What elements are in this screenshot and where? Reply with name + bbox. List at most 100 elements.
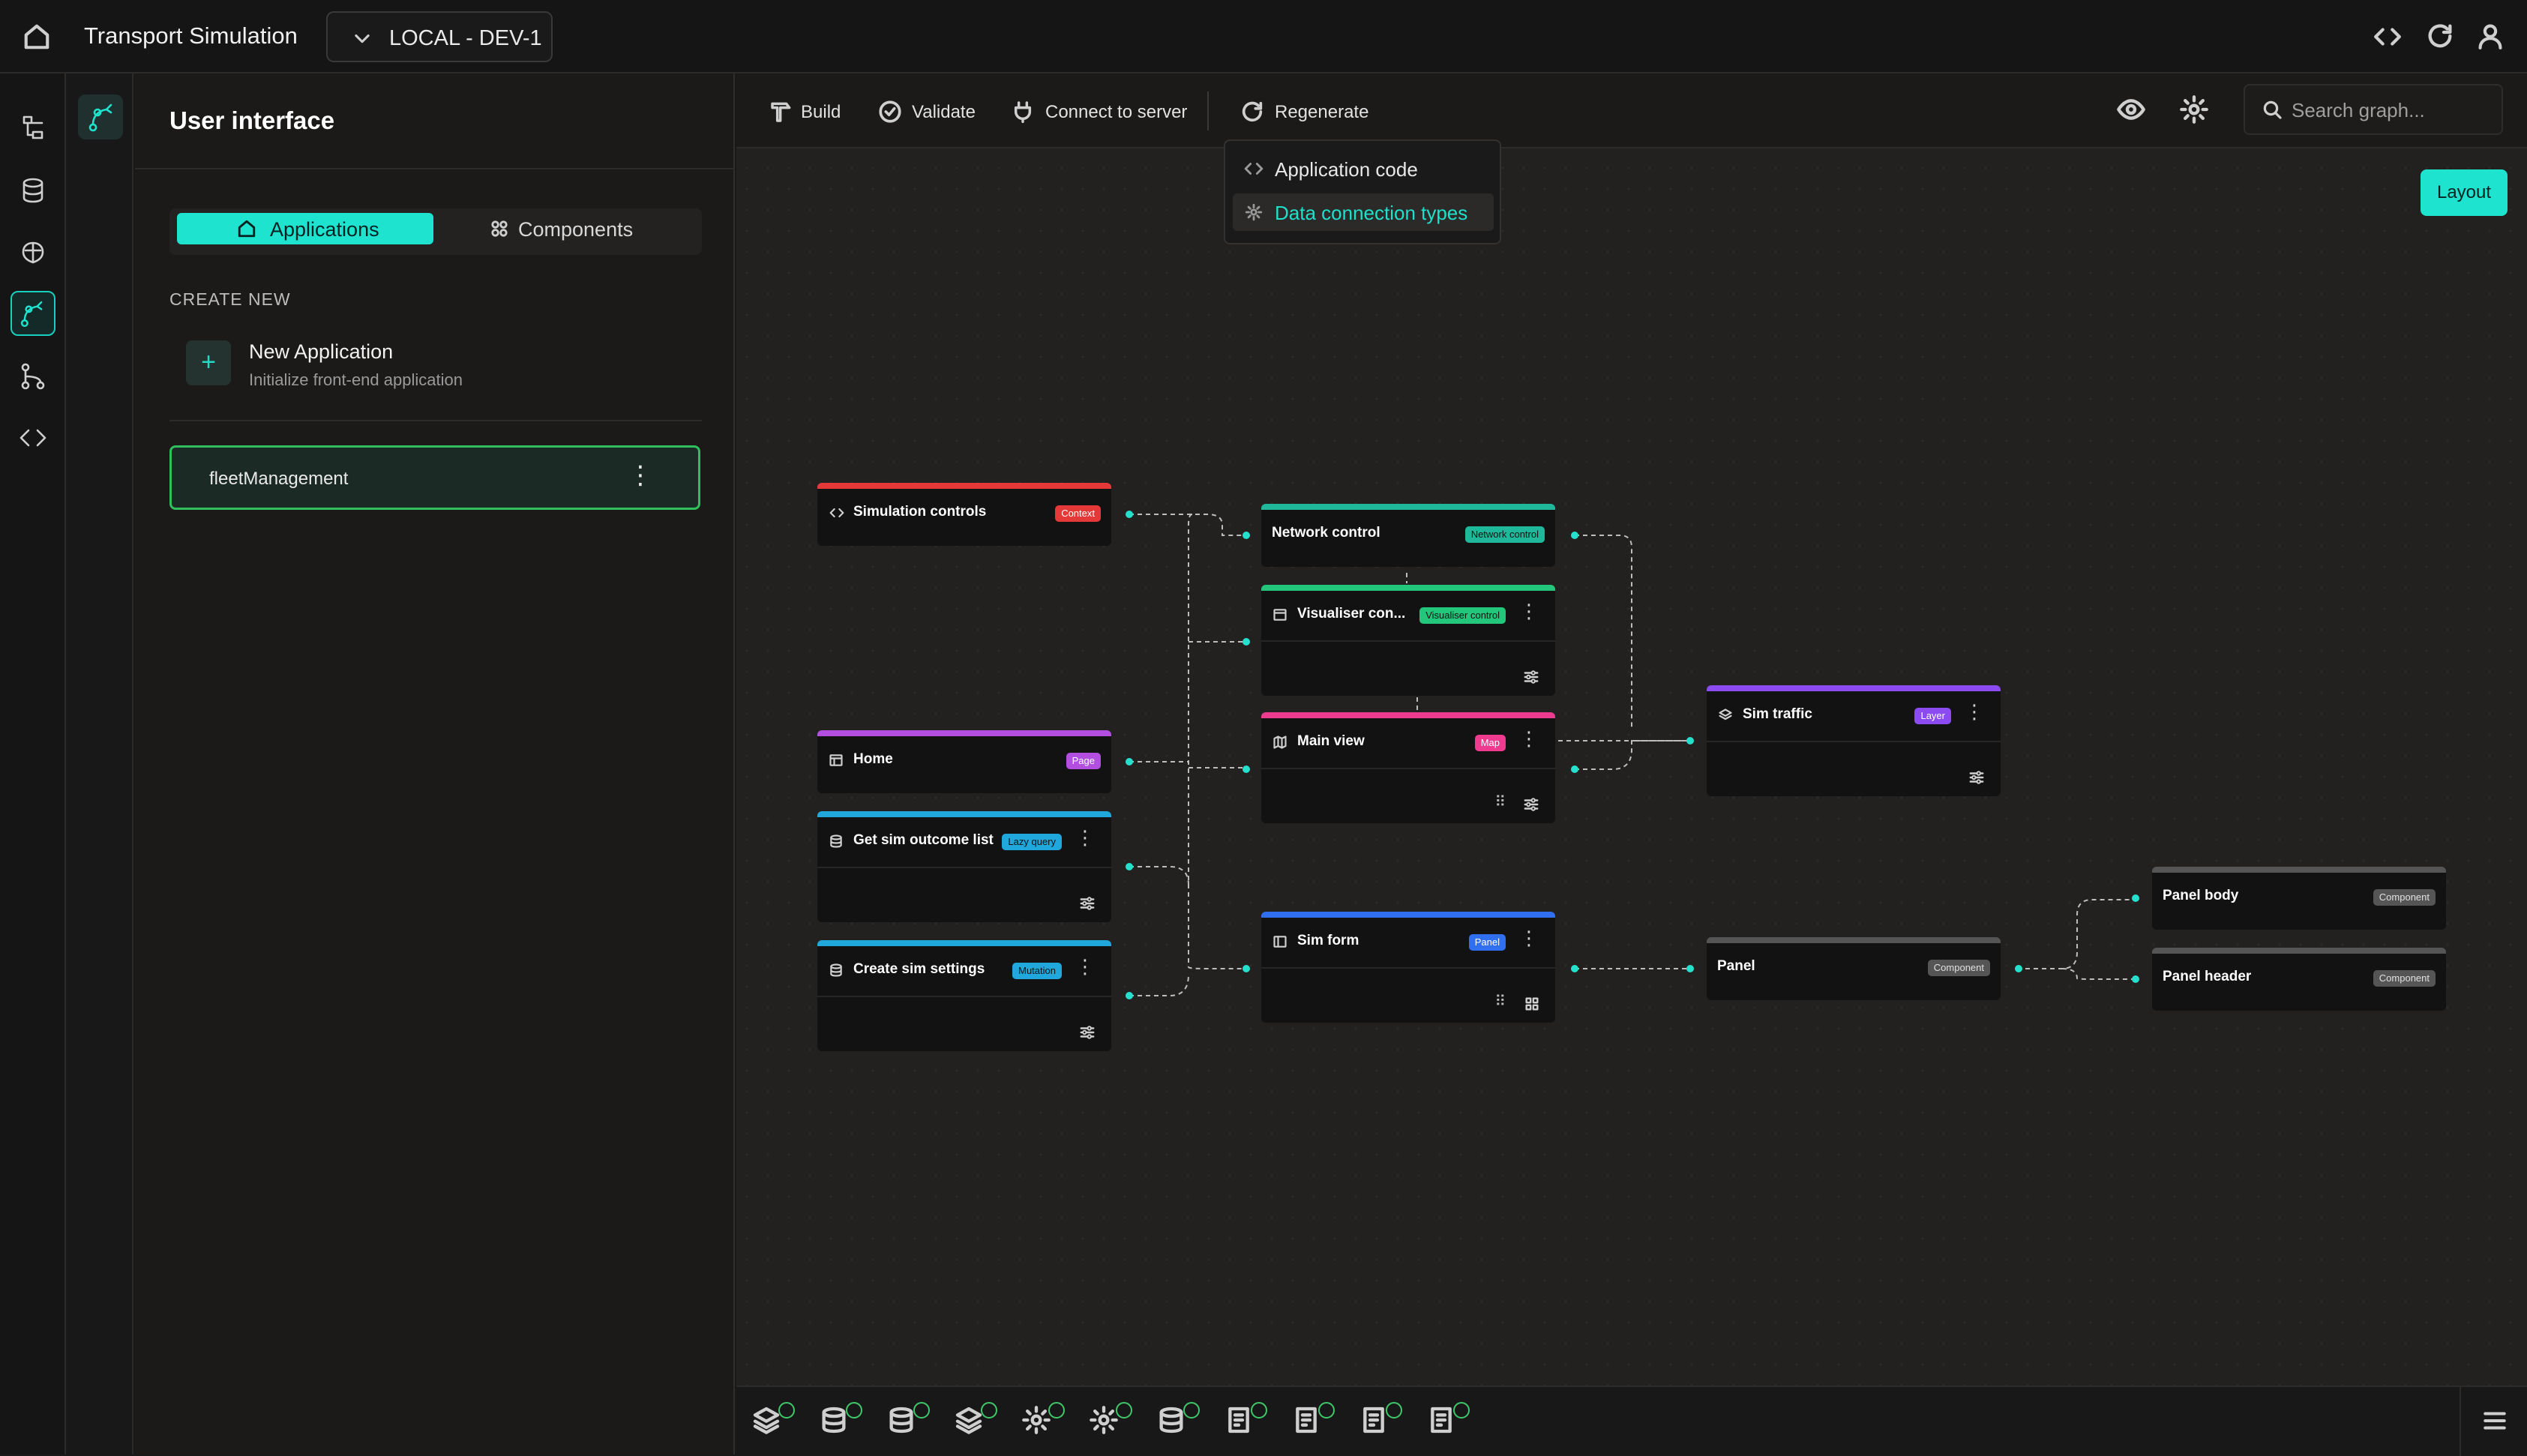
menu-button[interactable]: [2460, 1387, 2527, 1456]
layers-icon[interactable]: [751, 1402, 796, 1450]
output-port[interactable]: [1126, 511, 1133, 518]
output-port[interactable]: [1126, 992, 1133, 999]
gear-icon: [1243, 202, 1264, 222]
node-panel-header[interactable]: Panel header Component: [2152, 948, 2446, 1011]
node-badge: Component: [2373, 970, 2436, 987]
document-icon[interactable]: [1426, 1402, 1471, 1450]
primary-nav-rail: [0, 73, 66, 1455]
output-port[interactable]: [2015, 965, 2022, 972]
input-port[interactable]: [2132, 975, 2139, 983]
tab-applications[interactable]: Applications: [177, 213, 433, 244]
search-box[interactable]: [2244, 84, 2503, 135]
database-icon[interactable]: [1156, 1402, 1201, 1450]
input-port[interactable]: [1243, 638, 1250, 646]
build-button[interactable]: Build: [762, 94, 844, 127]
node-main-view[interactable]: Main view Map ⋮ ⠿: [1261, 712, 1555, 823]
node-sim-traffic[interactable]: Sim traffic Layer ⋮: [1707, 685, 2001, 796]
node-title: Panel body: [2163, 888, 2239, 903]
database-icon[interactable]: [10, 168, 55, 213]
node-body: ⠿: [1261, 768, 1555, 823]
code-icon[interactable]: [2373, 22, 2403, 51]
settings-sliders-icon[interactable]: [1968, 769, 1986, 786]
refresh-icon[interactable]: [2425, 21, 2455, 51]
output-port[interactable]: [1571, 532, 1578, 539]
interface-icon[interactable]: [10, 291, 55, 336]
output-port[interactable]: [1126, 863, 1133, 870]
input-port[interactable]: [1243, 765, 1250, 773]
tab-components[interactable]: Components: [451, 213, 691, 244]
eye-icon[interactable]: [2116, 94, 2146, 124]
menu-item-application-code[interactable]: Application code: [1233, 150, 1494, 187]
validate-button[interactable]: Validate: [873, 94, 978, 127]
search-input[interactable]: [2292, 97, 2494, 123]
gear-icon[interactable]: [2179, 94, 2209, 124]
node-home[interactable]: Home Page: [817, 730, 1111, 793]
button-label: Connect to server: [1045, 102, 1188, 122]
input-port[interactable]: [1686, 965, 1694, 972]
output-port[interactable]: [1126, 758, 1133, 765]
check-badge-icon: [846, 1402, 862, 1419]
kebab-menu-icon[interactable]: ⋮: [1075, 828, 1095, 847]
database-icon[interactable]: [819, 1402, 864, 1450]
interface-icon[interactable]: [78, 94, 123, 139]
menu-item-data-connection-types[interactable]: Data connection types: [1233, 193, 1494, 231]
node-create-sim-settings[interactable]: Create sim settings Mutation ⋮: [817, 940, 1111, 1051]
kebab-menu-icon[interactable]: ⋮: [628, 463, 653, 488]
brain-icon[interactable]: [10, 231, 55, 276]
branch-icon[interactable]: [10, 354, 55, 399]
node-panel-body[interactable]: Panel body Component: [2152, 867, 2446, 930]
settings-sliders-icon[interactable]: [1522, 669, 1540, 685]
home-icon[interactable]: [22, 22, 51, 51]
new-application-subtitle: Initialize front-end application: [249, 370, 463, 389]
node-network-control[interactable]: Network control Network control: [1261, 504, 1555, 567]
output-port[interactable]: [1571, 765, 1578, 773]
settings-sliders-icon[interactable]: [1078, 1024, 1096, 1041]
user-icon[interactable]: [2476, 21, 2505, 51]
graph-canvas[interactable]: [736, 73, 2527, 1386]
input-port[interactable]: [1243, 965, 1250, 972]
kebab-menu-icon[interactable]: ⋮: [1519, 928, 1539, 948]
connect-to-server-button[interactable]: Connect to server: [1006, 94, 1194, 127]
kebab-menu-icon[interactable]: ⋮: [1965, 702, 1984, 721]
divider: [135, 168, 733, 169]
drag-handle-icon[interactable]: ⠿: [1494, 792, 1506, 811]
output-port[interactable]: [1571, 965, 1578, 972]
layers-icon[interactable]: [954, 1402, 999, 1450]
node-sim-form[interactable]: Sim form Panel ⋮ ⠿: [1261, 912, 1555, 1023]
drag-handle-icon[interactable]: ⠿: [1494, 992, 1506, 1011]
application-item[interactable]: fleetManagement ⋮: [169, 445, 700, 510]
input-port[interactable]: [2132, 894, 2139, 902]
regenerate-button[interactable]: Regenerate: [1236, 94, 1378, 127]
gear-icon[interactable]: [1021, 1402, 1066, 1450]
check-badge-icon: [1116, 1402, 1132, 1419]
regenerate-menu: Application code Data connection types: [1224, 139, 1501, 244]
components-icon[interactable]: [1524, 996, 1540, 1012]
document-icon[interactable]: [1359, 1402, 1404, 1450]
node-get-sim-outcome-list[interactable]: Get sim outcome list Lazy query ⋮: [817, 811, 1111, 922]
node-panel[interactable]: Panel Component: [1707, 937, 2001, 1000]
gear-icon[interactable]: [1089, 1402, 1134, 1450]
environment-select[interactable]: LOCAL - DEV-1: [326, 11, 553, 62]
node-simulation-controls[interactable]: Simulation controls Context: [817, 483, 1111, 546]
new-application-button[interactable]: New Application: [249, 340, 393, 364]
code-icon[interactable]: [10, 415, 55, 460]
node-visualiser-control[interactable]: Visualiser con... Visualiser control ⋮: [1261, 585, 1555, 696]
node-badge: Page: [1066, 753, 1101, 769]
tab-label: Applications: [270, 218, 379, 241]
layers-icon: [1717, 708, 1734, 723]
layout-button[interactable]: Layout: [2421, 169, 2508, 216]
input-port[interactable]: [1243, 532, 1250, 539]
tree-icon[interactable]: [10, 105, 55, 150]
settings-sliders-icon[interactable]: [1522, 796, 1540, 813]
check-badge-icon: [1251, 1402, 1267, 1419]
document-icon[interactable]: [1291, 1402, 1336, 1450]
database-icon[interactable]: [886, 1402, 931, 1450]
document-icon[interactable]: [1224, 1402, 1269, 1450]
plus-icon[interactable]: +: [186, 340, 231, 385]
kebab-menu-icon[interactable]: ⋮: [1075, 957, 1095, 976]
input-port[interactable]: [1686, 737, 1694, 744]
kebab-menu-icon[interactable]: ⋮: [1519, 601, 1539, 621]
settings-sliders-icon[interactable]: [1078, 895, 1096, 912]
kebab-menu-icon[interactable]: ⋮: [1519, 729, 1539, 748]
node-title: Sim traffic: [1743, 706, 1812, 722]
